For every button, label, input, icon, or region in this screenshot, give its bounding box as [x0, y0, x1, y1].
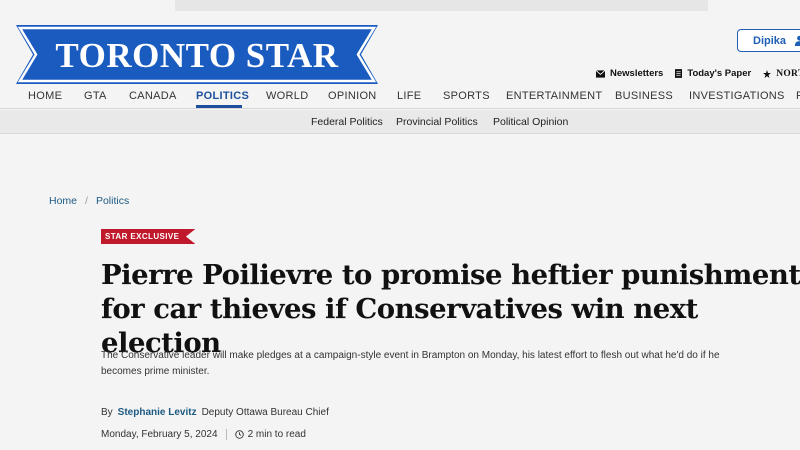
byline: By Stephanie Levitz Deputy Ottawa Bureau…	[101, 407, 329, 418]
nav-item-life[interactable]: LIFE	[397, 90, 421, 102]
nav-item-world[interactable]: WORLD	[266, 90, 308, 102]
article-dek: The Conservative leader will make pledge…	[101, 350, 720, 377]
star-exclusive-badge: STAR EXCLUSIVE	[101, 229, 196, 244]
nav-item-overflow[interactable]: F	[796, 90, 800, 102]
politics-subnav: Federal Politics Provincial Politics Pol…	[0, 110, 800, 134]
logo-text: TORONTO STAR	[55, 36, 339, 75]
main-nav: HOME GTA CANADA POLITICS WORLD OPINION L…	[0, 86, 800, 109]
article-meta: Monday, February 5, 2024 2 min to read	[101, 429, 306, 440]
breadcrumb-home[interactable]: Home	[49, 195, 77, 207]
nav-item-gta[interactable]: GTA	[84, 90, 107, 102]
breadcrumb-separator: /	[85, 195, 88, 207]
nav-item-investigations[interactable]: INVESTIGATIONS	[689, 90, 785, 102]
nav-item-entertainment[interactable]: ENTERTAINMENT	[506, 90, 602, 102]
publish-date: Monday, February 5, 2024	[101, 429, 218, 440]
toronto-star-logo[interactable]: TORONTO STAR	[16, 25, 378, 84]
user-name: Dipika	[753, 34, 787, 47]
nav-item-opinion[interactable]: OPINION	[328, 90, 377, 102]
newspaper-icon	[675, 69, 683, 78]
todays-paper-link[interactable]: Today's Paper	[675, 68, 751, 79]
masthead: TORONTO STAR Dipika Newsletters Today's …	[0, 0, 800, 86]
breadcrumb: Home / Politics	[49, 195, 129, 207]
read-time: 2 min to read	[234, 429, 306, 440]
northstar-link[interactable]: NORTHST	[763, 69, 800, 79]
nav-item-business[interactable]: BUSINESS	[615, 90, 673, 102]
subnav-item-political-opinion[interactable]: Political Opinion	[493, 116, 568, 128]
user-account-button[interactable]: Dipika	[737, 29, 800, 52]
nav-item-politics[interactable]: POLITICS	[196, 90, 249, 102]
article-headline: Pierre Poilievre to promise heftier puni…	[101, 259, 800, 359]
user-icon	[794, 35, 800, 46]
clock-icon	[234, 430, 244, 439]
author-title: Deputy Ottawa Bureau Chief	[201, 407, 329, 418]
active-nav-indicator	[196, 105, 242, 108]
star-icon	[763, 69, 772, 78]
northstar-label: NORTHST	[776, 68, 800, 79]
meta-divider	[225, 429, 227, 440]
envelope-icon	[596, 69, 605, 78]
newsletters-link[interactable]: Newsletters	[596, 68, 663, 79]
byline-prefix: By	[101, 407, 113, 418]
nav-item-sports[interactable]: SPORTS	[443, 90, 490, 102]
todays-paper-label: Today's Paper	[687, 68, 752, 79]
read-time-label: 2 min to read	[247, 429, 306, 440]
nav-item-canada[interactable]: CANADA	[129, 90, 177, 102]
nav-item-home[interactable]: HOME	[28, 90, 62, 102]
subnav-item-provincial-politics[interactable]: Provincial Politics	[396, 116, 478, 128]
subnav-item-federal-politics[interactable]: Federal Politics	[311, 116, 383, 128]
breadcrumb-politics[interactable]: Politics	[96, 195, 129, 207]
utility-links: Newsletters Today's Paper NORTHST	[596, 68, 800, 79]
newsletters-label: Newsletters	[610, 68, 664, 79]
author-link[interactable]: Stephanie Levitz	[118, 407, 197, 418]
